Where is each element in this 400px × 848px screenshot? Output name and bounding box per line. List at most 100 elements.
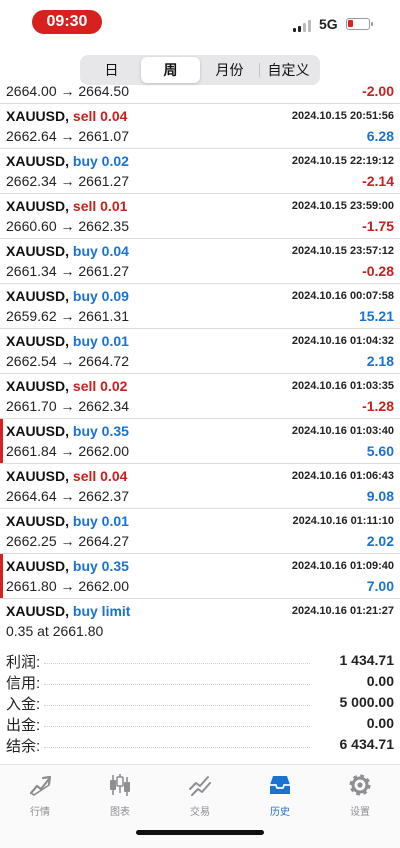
tab-chart[interactable]: 图表: [80, 771, 160, 821]
trade-time: 2024.10.16 01:04:32: [291, 335, 394, 347]
trade-symbol: XAUUSD,: [6, 153, 70, 169]
trade-row[interactable]: XAUUSD, sell 0.02 2661.70 → 2662.34 2024.1…: [0, 374, 400, 419]
trade-prices: 2664.00 → 2664.50: [6, 83, 129, 99]
trade-row[interactable]: XAUUSD, buy 0.02 2662.34 → 2661.27 2024.10…: [0, 149, 400, 194]
summary-credit-row: 信用: 0.00: [0, 671, 400, 692]
trade-symbol: XAUUSD,: [6, 333, 70, 349]
trade-row[interactable]: XAUUSD, sell 0.01 2660.60 → 2662.35 2024.1…: [0, 194, 400, 239]
trade-profit: 9.08: [366, 488, 394, 504]
bottom-tab-bar: 行情 图表 交易 历史 设置: [0, 764, 400, 848]
cellular-signal-icon: [293, 20, 315, 32]
trade-prices: 2659.62 → 2661.31: [6, 308, 129, 324]
summary-value: 1 434.71: [339, 652, 395, 668]
summary-label: 出金:: [6, 717, 41, 734]
trade-prices: 2662.25 → 2664.27: [6, 533, 129, 549]
trade-side: buy 0.09: [72, 288, 129, 304]
trade-time: 2024.10.15 20:51:56: [291, 110, 394, 122]
trade-profit: 6.28: [366, 128, 394, 144]
trade-title: XAUUSD, sell 0.04: [6, 468, 127, 484]
trade-symbol: XAUUSD,: [6, 243, 70, 259]
trade-prices: 2661.70 → 2662.34: [6, 398, 129, 414]
history-list[interactable]: XAUUSD, sell 0.04 2664.00 → 2664.50 2024.1…: [0, 80, 400, 642]
trade-symbol: XAUUSD,: [6, 513, 70, 529]
trade-title: XAUUSD, buy 0.09: [6, 288, 129, 304]
trade-time: 2024.10.16 00:07:58: [291, 290, 394, 302]
status-time: 09:30: [32, 10, 102, 34]
trade-symbol: XAUUSD,: [6, 558, 70, 574]
trade-profit: 2.18: [366, 353, 394, 369]
trade-title: XAUUSD, buy 0.01: [6, 513, 129, 529]
trade-symbol: XAUUSD,: [6, 198, 70, 214]
trade-prices: 2661.34 → 2661.27: [6, 263, 129, 279]
trade-prices: 0.35 at 2661.80: [6, 623, 104, 639]
trade-side: buy 0.01: [72, 513, 129, 529]
summary-label: 利润:: [6, 654, 41, 671]
battery-icon: [346, 18, 373, 30]
tab-label: 交易: [190, 807, 210, 818]
trade-side: sell 0.02: [72, 378, 128, 394]
trade-time: 2024.10.16 01:21:27: [291, 605, 394, 617]
tab-trade[interactable]: 交易: [160, 771, 240, 821]
trade-side: buy 0.02: [72, 153, 129, 169]
trade-prices: 2660.60 → 2662.35: [6, 218, 129, 234]
trade-time: 2024.10.16 01:06:43: [291, 470, 394, 482]
trade-row[interactable]: XAUUSD, buy 0.09 2659.62 → 2661.31 2024.10…: [0, 284, 400, 329]
trade-side: buy 0.01: [72, 333, 129, 349]
quotes-icon: [29, 775, 52, 796]
trade-prices: 2662.34 → 2661.27: [6, 173, 129, 189]
trade-time: 2024.10.15 22:19:12: [291, 155, 394, 167]
summary-label: 入金:: [6, 696, 41, 713]
trade-symbol: XAUUSD,: [6, 603, 70, 619]
trade-row[interactable]: XAUUSD, sell 0.04 2662.64 → 2661.07 2024.1…: [0, 104, 400, 149]
trade-icon: [189, 776, 211, 796]
trade-time: 2024.10.15 23:57:12: [291, 245, 394, 257]
summary-value: 5 000.00: [339, 694, 395, 710]
summary-balance-row: 结余: 6 434.71: [0, 734, 400, 755]
trade-symbol: XAUUSD,: [6, 378, 70, 394]
trade-profit: -2.14: [362, 173, 394, 189]
account-summary: 利润: 1 434.71 信用: 0.00 入金: 5 000.00 出金: 0.00 …: [0, 650, 400, 755]
trade-time: 2024.10.15 23:59:00: [291, 200, 394, 212]
trade-profit: -1.28: [362, 398, 394, 414]
tab-history[interactable]: 历史: [240, 771, 320, 821]
history-icon: [270, 776, 290, 794]
tab-settings[interactable]: 设置: [320, 771, 400, 821]
trade-symbol: XAUUSD,: [6, 108, 70, 124]
trade-side: buy 0.35: [72, 558, 129, 574]
trade-prices: 2664.64 → 2662.37: [6, 488, 129, 504]
trade-prices: 2662.54 → 2664.72: [6, 353, 129, 369]
trade-row[interactable]: XAUUSD, buy limit 0.35 at 2661.80 2024.10.…: [0, 599, 400, 642]
trade-row[interactable]: XAUUSD, sell 0.04 2664.64 → 2662.37 2024.1…: [0, 464, 400, 509]
summary-deposit-row: 入金: 5 000.00: [0, 692, 400, 713]
trade-profit: 15.21: [358, 308, 394, 324]
trade-row[interactable]: XAUUSD, buy 0.04 2661.34 → 2661.27 2024.10…: [0, 239, 400, 284]
trade-title: XAUUSD, buy 0.35: [6, 558, 129, 574]
summary-value: 0.00: [366, 673, 394, 689]
summary-withdrawal-row: 出金: 0.00: [0, 713, 400, 734]
trade-time: 2024.10.16 01:03:40: [291, 425, 394, 437]
summary-label: 结余:: [6, 738, 41, 755]
trade-title: XAUUSD, buy 0.04: [6, 243, 129, 259]
trade-row[interactable]: XAUUSD, buy 0.35 2661.84 → 2662.00 2024.10…: [0, 419, 400, 464]
trade-row[interactable]: XAUUSD, buy 0.35 2661.80 → 2662.00 2024.10…: [0, 554, 400, 599]
trade-time: 2024.10.16 01:09:40: [291, 560, 394, 572]
tab-label: 历史: [270, 807, 290, 818]
trade-side: buy limit: [72, 603, 131, 619]
trade-profit: 2.02: [366, 533, 394, 549]
status-bar: 09:30 5G: [0, 0, 400, 44]
summary-value: 0.00: [366, 715, 394, 731]
trade-profit: 7.00: [366, 578, 394, 594]
trade-row[interactable]: XAUUSD, buy 0.01 2662.54 → 2664.72 2024.10…: [0, 329, 400, 374]
trade-side: sell 0.04: [72, 108, 128, 124]
trade-symbol: XAUUSD,: [6, 468, 70, 484]
trade-profit: -2.00: [362, 83, 394, 99]
trade-symbol: XAUUSD,: [6, 288, 70, 304]
trade-time: 2024.10.16 01:11:10: [292, 515, 394, 527]
tab-label: 设置: [350, 807, 370, 818]
trade-title: XAUUSD, sell 0.04: [6, 108, 127, 124]
trade-prices: 2661.80 → 2662.00: [6, 578, 129, 594]
tab-quotes[interactable]: 行情: [0, 771, 80, 821]
trade-row[interactable]: XAUUSD, buy 0.01 2662.25 → 2664.27 2024.10…: [0, 509, 400, 554]
tab-label: 行情: [30, 807, 50, 818]
trade-row[interactable]: XAUUSD, sell 0.042664.00 → 2664.502024.1…: [0, 80, 400, 104]
